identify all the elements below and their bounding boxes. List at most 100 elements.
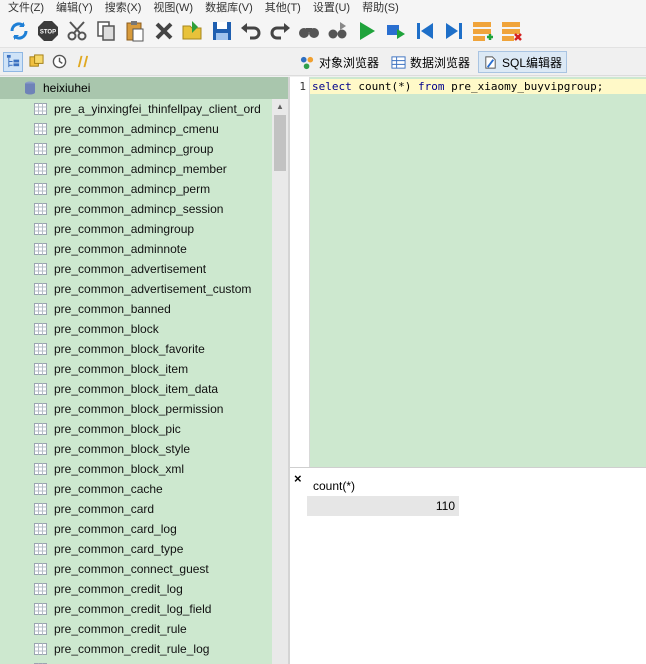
- table-icon: [34, 343, 47, 355]
- menu-item[interactable]: 搜索(X): [105, 0, 142, 15]
- table-icon: [34, 103, 47, 115]
- tab-data-browser[interactable]: 数据浏览器: [387, 51, 474, 73]
- scroll-up-icon[interactable]: ▲: [272, 99, 288, 113]
- delete-icon[interactable]: [149, 16, 178, 45]
- menu-item[interactable]: 视图(W): [153, 0, 193, 15]
- result-cell[interactable]: 110: [307, 496, 459, 516]
- table-icon: [34, 143, 47, 155]
- data-browser-icon: [391, 55, 406, 69]
- table-node[interactable]: pre_common_block_style: [0, 439, 272, 459]
- menu-item[interactable]: 数据库(V): [205, 0, 253, 15]
- table-icon: [34, 123, 47, 135]
- table-node[interactable]: pre_common_credit_rule_log: [0, 639, 272, 659]
- table-name: pre_common_block_pic: [54, 422, 181, 436]
- refresh-icon[interactable]: [4, 16, 33, 45]
- table-node[interactable]: pre_common_block_favorite: [0, 339, 272, 359]
- redo-icon[interactable]: [265, 16, 294, 45]
- tree-view-icon[interactable]: [3, 51, 23, 72]
- paste-icon[interactable]: [120, 16, 149, 45]
- copy-icon[interactable]: [91, 16, 120, 45]
- table-node[interactable]: pre_common_advertisement_custom: [0, 279, 272, 299]
- table-node[interactable]: pre_common_card_type: [0, 539, 272, 559]
- table-icon: [34, 183, 47, 195]
- menu-item[interactable]: 其他(T): [265, 0, 301, 15]
- tab-object-browser[interactable]: 对象浏览器: [296, 51, 383, 73]
- table-node[interactable]: pre_common_credit_rule_log_field: [0, 659, 272, 664]
- table-name: pre_common_block: [54, 322, 159, 336]
- menu-item[interactable]: 设置(U): [313, 0, 350, 15]
- tab-sql-editor[interactable]: SQL编辑器: [478, 51, 568, 73]
- result-panel: × count(*) 110: [290, 467, 646, 664]
- save-icon[interactable]: [207, 16, 236, 45]
- table-node[interactable]: pre_common_cache: [0, 479, 272, 499]
- table-node[interactable]: pre_common_credit_log: [0, 579, 272, 599]
- menu-bar: 文件(Z) 编辑(Y) 搜索(X) 视图(W) 数据库(V) 其他(T) 设置(U) 帮助(S…: [0, 0, 646, 14]
- table-name: pre_common_admingroup: [54, 222, 195, 236]
- last-record-icon[interactable]: [439, 16, 468, 45]
- table-name: pre_common_card: [54, 502, 155, 516]
- table-node[interactable]: pre_common_card: [0, 499, 272, 519]
- table-node[interactable]: pre_a_yinxingfei_thinfellpay_client_ord: [0, 99, 272, 119]
- find-replace-icon[interactable]: [323, 16, 352, 45]
- table-node[interactable]: pre_common_credit_log_field: [0, 599, 272, 619]
- run-icon[interactable]: [352, 16, 381, 45]
- table-name: pre_common_advertisement: [54, 262, 207, 276]
- table-node[interactable]: pre_common_adminnote: [0, 239, 272, 259]
- code-table: pre_xiaomy_buyvipgroup;: [444, 80, 604, 93]
- table-node[interactable]: pre_common_block_xml: [0, 459, 272, 479]
- table-icon: [34, 483, 47, 495]
- table-icon: [34, 243, 47, 255]
- history-icon[interactable]: [49, 52, 69, 72]
- table-icon: [34, 303, 47, 315]
- menu-item[interactable]: 文件(Z): [8, 0, 44, 15]
- open-folder-icon[interactable]: [178, 16, 207, 45]
- code-area[interactable]: select count(*) from pre_xiaomy_buyvipgr…: [310, 77, 646, 467]
- table-node[interactable]: pre_common_block_item_data: [0, 379, 272, 399]
- first-record-icon[interactable]: [410, 16, 439, 45]
- table-name: pre_common_card_log: [54, 522, 177, 536]
- table-node[interactable]: pre_common_block_item: [0, 359, 272, 379]
- menu-item[interactable]: 帮助(S): [362, 0, 399, 15]
- table-name: pre_common_banned: [54, 302, 171, 316]
- sql-editor[interactable]: 1 select count(*) from pre_xiaomy_buyvip…: [290, 77, 646, 467]
- tree-scrollbar[interactable]: ▲: [272, 99, 288, 664]
- table-icon: [34, 563, 47, 575]
- cut-icon[interactable]: [62, 16, 91, 45]
- database-icon: [25, 81, 35, 95]
- insert-row-icon[interactable]: [468, 16, 497, 45]
- menu-item[interactable]: 编辑(Y): [56, 0, 93, 15]
- schema-icon[interactable]: [26, 52, 46, 72]
- undo-icon[interactable]: [236, 16, 265, 45]
- table-node[interactable]: pre_common_block: [0, 319, 272, 339]
- run-current-icon[interactable]: [381, 16, 410, 45]
- table-icon: [34, 163, 47, 175]
- close-icon[interactable]: ×: [294, 471, 302, 486]
- table-icon: [34, 263, 47, 275]
- table-node[interactable]: pre_common_admingroup: [0, 219, 272, 239]
- table-node[interactable]: pre_common_admincp_perm: [0, 179, 272, 199]
- table-node[interactable]: pre_common_banned: [0, 299, 272, 319]
- delete-row-icon[interactable]: [497, 16, 526, 45]
- table-node[interactable]: pre_common_credit_rule: [0, 619, 272, 639]
- table-node[interactable]: pre_common_connect_guest: [0, 559, 272, 579]
- scroll-thumb[interactable]: [274, 115, 286, 171]
- code-line[interactable]: select count(*) from pre_xiaomy_buyvipgr…: [310, 79, 646, 94]
- favorites-icon[interactable]: [72, 52, 92, 72]
- table-node[interactable]: pre_common_admincp_group: [0, 139, 272, 159]
- table-node[interactable]: pre_common_block_pic: [0, 419, 272, 439]
- table-icon: [34, 603, 47, 615]
- tab-label: 数据浏览器: [410, 55, 471, 70]
- result-column-header[interactable]: count(*): [307, 476, 457, 496]
- database-node[interactable]: heixiuhei: [0, 77, 288, 99]
- table-node[interactable]: pre_common_admincp_session: [0, 199, 272, 219]
- table-node[interactable]: pre_common_admincp_cmenu: [0, 119, 272, 139]
- table-name: pre_common_admincp_perm: [54, 182, 211, 196]
- find-icon[interactable]: [294, 16, 323, 45]
- table-node[interactable]: pre_common_admincp_member: [0, 159, 272, 179]
- table-name: pre_common_block_style: [54, 442, 191, 456]
- table-node[interactable]: pre_common_card_log: [0, 519, 272, 539]
- stop-icon[interactable]: STOP: [33, 16, 62, 45]
- table-name: pre_common_card_type: [54, 542, 184, 556]
- table-node[interactable]: pre_common_advertisement: [0, 259, 272, 279]
- table-node[interactable]: pre_common_block_permission: [0, 399, 272, 419]
